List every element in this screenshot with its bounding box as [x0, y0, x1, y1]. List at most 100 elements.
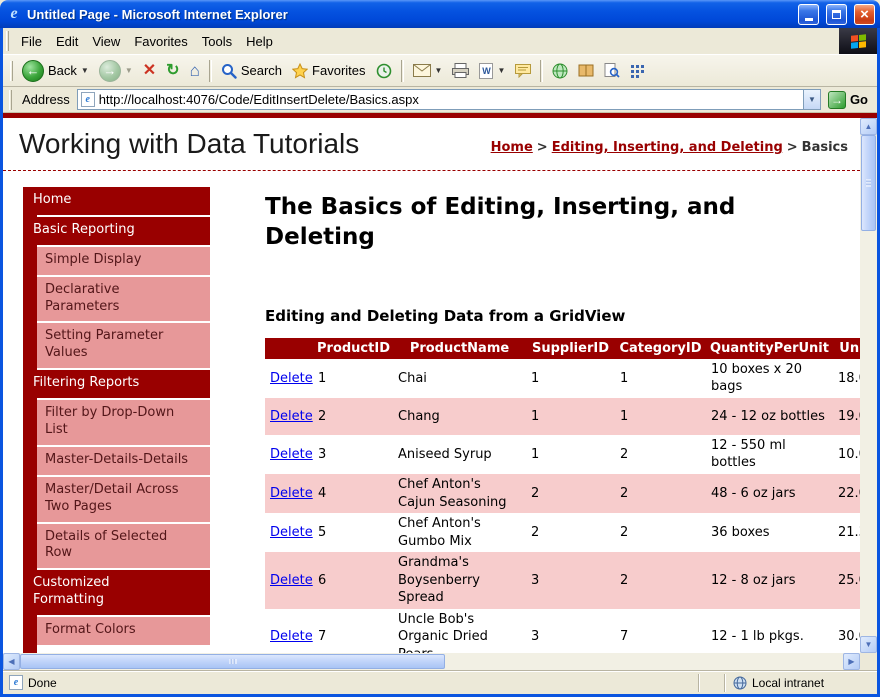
research-button[interactable] [574, 62, 598, 80]
grid-cell: Aniseed Syrup [393, 435, 526, 474]
horizontal-scrollbar[interactable]: ◀ ▶ [3, 653, 860, 670]
menu-item-favorites[interactable]: Favorites [127, 30, 194, 53]
menu-item-help[interactable]: Help [239, 30, 280, 53]
grid-cell-action: Delete [265, 474, 313, 513]
sidebar-item-format-colors[interactable]: Format Colors [37, 617, 210, 645]
research-book-icon [578, 64, 594, 78]
stop-button[interactable]: ✕ [139, 61, 160, 81]
address-bar: Address e http://localhost:4076/Code/Edi… [3, 87, 877, 113]
page-icon: e [81, 92, 95, 107]
grid-cell: 25.0 [833, 552, 860, 609]
page-search-button[interactable] [600, 61, 624, 81]
sidebar-item-declarative-parameters[interactable]: Declarative Parameters [37, 277, 210, 322]
sidebar-item-master-details-details[interactable]: Master-Details-Details [37, 447, 210, 475]
horizontal-scroll-thumb[interactable] [20, 654, 445, 669]
web-globe-button[interactable] [548, 61, 572, 81]
ie-window: e Untitled Page - Microsoft Internet Exp… [0, 0, 880, 697]
grid-cell: 4 [313, 474, 393, 513]
grid-cell: 19.0 [833, 398, 860, 435]
windows-brand-logo [839, 28, 877, 54]
mail-button[interactable]: ▼ [409, 62, 447, 79]
breadcrumb-link-section[interactable]: Editing, Inserting, and Deleting [552, 140, 783, 155]
vertical-scrollbar[interactable]: ▲ ▼ [860, 118, 877, 653]
print-button[interactable] [448, 61, 473, 80]
back-label: Back [48, 63, 77, 78]
maximize-button[interactable] [826, 4, 847, 25]
menu-items: FileEditViewFavoritesToolsHelp [12, 28, 839, 54]
toolbar-separator [401, 60, 404, 82]
delete-link[interactable]: Delete [270, 573, 313, 588]
search-label: Search [241, 63, 282, 78]
close-button[interactable]: × [854, 4, 875, 25]
delete-link[interactable]: Delete [270, 525, 313, 540]
address-label: Address [19, 92, 73, 107]
minimize-button[interactable] [798, 4, 819, 25]
home-button[interactable]: ⌂ [186, 60, 204, 81]
sidebar-item-home[interactable]: Home [23, 187, 210, 215]
delete-link[interactable]: Delete [270, 486, 313, 501]
site-title: Working with Data Tutorials [19, 128, 359, 160]
grid-row-3: Delete3Aniseed Syrup1212 - 550 ml bottle… [265, 435, 860, 474]
scroll-left-button[interactable]: ◀ [3, 653, 20, 670]
scroll-up-button[interactable]: ▲ [860, 118, 877, 135]
history-button[interactable] [372, 61, 396, 81]
sidebar-item-basic-reporting[interactable]: Basic Reporting [23, 217, 210, 245]
sidebar-item-filtering-reports[interactable]: Filtering Reports [23, 370, 210, 398]
grid-cell: 1 [526, 359, 615, 398]
history-icon [376, 63, 392, 79]
grid-cell: 12 - 550 ml bottles [706, 435, 833, 474]
windows-flag-icon [851, 34, 866, 49]
go-button[interactable]: → Go [825, 91, 874, 109]
forward-icon: → [99, 60, 121, 82]
vertical-scroll-thumb[interactable] [861, 135, 876, 231]
toolbar-grip[interactable] [9, 90, 12, 110]
toolbar-grip[interactable] [6, 31, 9, 51]
grid-col-quantityperunit: QuantityPerUnit [706, 338, 833, 359]
horizontal-scroll-track[interactable] [20, 653, 843, 670]
sidebar-item-filter-by-drop-down-list[interactable]: Filter by Drop-Down List [37, 400, 210, 445]
menu-item-edit[interactable]: Edit [49, 30, 85, 53]
grid-row-4: Delete4Chef Anton's Cajun Seasoning2248 … [265, 474, 860, 513]
scroll-right-button[interactable]: ▶ [843, 653, 860, 670]
sidebar-item-details-of-selected-row[interactable]: Details of Selected Row [37, 524, 210, 569]
refresh-button[interactable]: ↻ [162, 61, 183, 81]
back-button[interactable]: ← Back ▼ [18, 58, 93, 84]
grid-cell: 22.0 [833, 474, 860, 513]
menu-item-tools[interactable]: Tools [195, 30, 239, 53]
grid-cell-action: Delete [265, 609, 313, 653]
favorites-button[interactable]: Favorites [288, 61, 369, 81]
status-spacer-panel [698, 674, 724, 692]
grid-cell: 5 [313, 513, 393, 552]
search-button[interactable]: Search [217, 61, 286, 81]
menu-item-view[interactable]: View [85, 30, 127, 53]
messenger-button[interactable] [626, 62, 648, 80]
scroll-down-button[interactable]: ▼ [860, 636, 877, 653]
grid-row-5: Delete5Chef Anton's Gumbo Mix2236 boxes2… [265, 513, 860, 552]
sidebar-item-setting-parameter-values[interactable]: Setting Parameter Values [37, 323, 210, 368]
vertical-scroll-track[interactable] [860, 135, 877, 636]
menu-item-file[interactable]: File [14, 30, 49, 53]
toolbar-grip[interactable] [10, 61, 13, 81]
sidebar-item-master-detail-across-two-pages[interactable]: Master/Detail Across Two Pages [37, 477, 210, 522]
sidebar-nav: HomeBasic ReportingSimple DisplayDeclara… [23, 187, 210, 653]
breadcrumb-separator: > [537, 140, 548, 155]
grid-cell: Grandma's Boysenberry Spread [393, 552, 526, 609]
minimize-icon [805, 18, 813, 21]
sidebar-item-customized-formatting[interactable]: Customized Formatting [23, 570, 210, 615]
sidebar-item-simple-display[interactable]: Simple Display [37, 247, 210, 275]
breadcrumb-link-home[interactable]: Home [491, 140, 533, 155]
address-input[interactable]: e http://localhost:4076/Code/EditInsertD… [77, 89, 821, 110]
grid-header-row: ProductIDProductNameSupplierIDCategoryID… [265, 338, 860, 359]
address-dropdown-button[interactable]: ▼ [803, 90, 820, 109]
grid-cell: 2 [615, 435, 706, 474]
delete-link[interactable]: Delete [270, 629, 313, 644]
edit-button[interactable]: W ▼ [475, 61, 509, 81]
forward-button[interactable]: → ▼ [95, 58, 137, 84]
delete-link[interactable]: Delete [270, 409, 313, 424]
delete-link[interactable]: Delete [270, 447, 313, 462]
print-icon [452, 63, 469, 78]
forward-dropdown-icon: ▼ [125, 66, 133, 75]
delete-link[interactable]: Delete [270, 371, 313, 386]
discuss-button[interactable] [511, 62, 535, 80]
browser-viewport: Working with Data Tutorials Home > Editing… [3, 118, 877, 653]
